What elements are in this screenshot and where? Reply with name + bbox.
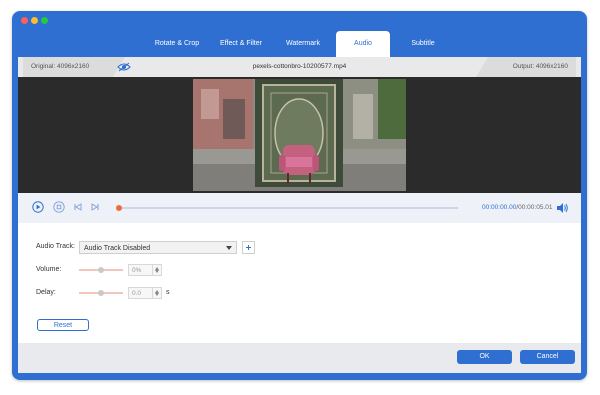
tab-rotate-crop[interactable]: Rotate & Crop xyxy=(146,31,208,57)
cancel-button[interactable]: Cancel xyxy=(520,350,575,364)
volume-icon[interactable] xyxy=(555,201,569,215)
skip-back-icon[interactable] xyxy=(72,201,84,213)
tab-watermark[interactable]: Watermark xyxy=(272,31,334,57)
add-audio-track-button[interactable] xyxy=(242,241,255,254)
tab-audio[interactable]: Audio xyxy=(336,31,390,57)
original-resolution: Original: 4096x2160 xyxy=(23,57,125,77)
video-preview xyxy=(18,77,581,193)
editor-window: Rotate & Crop Effect & Filter Watermark … xyxy=(12,11,587,380)
close-window-button[interactable] xyxy=(21,17,28,24)
audio-track-value: Audio Track Disabled xyxy=(84,245,151,252)
delay-label: Delay: xyxy=(36,289,56,296)
time-display: 00:00:00.00/00:00:05.01 xyxy=(482,201,553,215)
info-bar: pexels-cottonbro-10200577.mp4 Original: … xyxy=(18,57,581,77)
maximize-window-button[interactable] xyxy=(41,17,48,24)
volume-input[interactable]: 0% xyxy=(128,264,153,276)
reset-button[interactable]: Reset xyxy=(37,319,89,331)
delay-input[interactable]: 0.0 xyxy=(128,287,153,299)
tab-bar: Rotate & Crop Effect & Filter Watermark … xyxy=(12,31,587,57)
volume-stepper[interactable] xyxy=(153,264,162,276)
ok-button[interactable]: OK xyxy=(457,350,512,364)
total-time: /00:00:05.01 xyxy=(516,204,553,211)
tab-effect-filter[interactable]: Effect & Filter xyxy=(210,31,272,57)
dialog-footer: OK Cancel xyxy=(18,343,581,373)
delay-unit: s xyxy=(166,289,170,296)
skip-forward-icon[interactable] xyxy=(89,201,101,213)
chevron-down-icon xyxy=(226,246,232,250)
output-resolution: Output: 4096x2160 xyxy=(476,57,576,77)
audio-track-label: Audio Track: xyxy=(36,243,75,250)
volume-label: Volume: xyxy=(36,266,62,273)
volume-slider-knob[interactable] xyxy=(98,267,104,273)
playback-controls: 00:00:00.00/00:00:05.01 xyxy=(18,193,581,223)
volume-slider[interactable] xyxy=(79,267,123,273)
progress-bar[interactable] xyxy=(116,205,458,211)
minimize-window-button[interactable] xyxy=(31,17,38,24)
delay-slider-knob[interactable] xyxy=(98,290,104,296)
play-icon[interactable] xyxy=(32,201,44,213)
current-time: 00:00:00.00 xyxy=(482,204,517,211)
progress-knob[interactable] xyxy=(116,205,122,211)
tab-subtitle[interactable]: Subtitle xyxy=(392,31,454,57)
audio-track-select[interactable]: Audio Track Disabled xyxy=(79,241,237,254)
audio-panel: pexels-cottonbro-10200577.mp4 Original: … xyxy=(18,57,581,373)
eye-icon[interactable] xyxy=(117,62,131,72)
stop-icon[interactable] xyxy=(53,201,65,213)
delay-stepper[interactable] xyxy=(153,287,162,299)
video-frame-image xyxy=(193,79,406,191)
delay-slider[interactable] xyxy=(79,290,123,296)
